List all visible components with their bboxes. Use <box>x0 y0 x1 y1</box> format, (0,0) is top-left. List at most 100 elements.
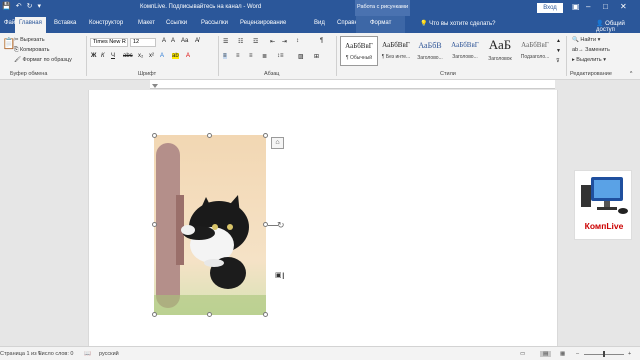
font-size-field[interactable]: 12 <box>130 38 156 47</box>
copy-button[interactable]: ⎘ Копировать <box>14 47 50 54</box>
clipboard-group-label: Буфер обмена <box>10 71 48 77</box>
superscript-button[interactable]: x² <box>149 53 154 59</box>
selected-picture[interactable] <box>154 135 266 315</box>
font-name-field[interactable]: Times New R <box>90 38 128 47</box>
replace-label: Заменить <box>585 47 610 53</box>
tab-design[interactable]: Конструктор <box>89 20 123 26</box>
layout-options-icon[interactable]: ⌂ <box>271 137 284 149</box>
format-painter-label: Формат по образцу <box>22 57 72 63</box>
resize-handle-top[interactable] <box>207 133 212 138</box>
styles-scroll-down-icon[interactable]: ▼ <box>556 48 561 54</box>
style-name: Заголовок <box>488 56 512 62</box>
style-heading-2[interactable]: АаБбВвГ Заголово... <box>446 36 484 66</box>
print-layout-icon[interactable]: ▤ <box>540 351 552 357</box>
language-status[interactable]: русский <box>99 351 119 357</box>
change-case-icon[interactable]: Aa <box>181 38 188 44</box>
styles-scroll-up-icon[interactable]: ▲ <box>556 38 561 44</box>
line-spacing-icon[interactable]: ↕≡ <box>277 53 284 59</box>
login-button[interactable]: Вход <box>537 3 563 13</box>
bullets-icon[interactable]: ☰ <box>223 38 228 45</box>
select-button[interactable]: ▸ Выделить ▾ <box>572 57 606 63</box>
zoom-in-icon[interactable]: + <box>628 351 631 357</box>
style-sample: АаБбВвГ <box>345 42 373 50</box>
increase-indent-icon[interactable]: ⇥ <box>282 38 287 45</box>
title-bar: 💾 ↶ ↻ ▾ КомпLive. Подписывайтесь на кана… <box>0 0 640 16</box>
underline-button[interactable]: Ч <box>111 53 115 59</box>
pilcrow-icon[interactable]: ¶ <box>320 38 323 44</box>
tab-review[interactable]: Рецензирование <box>240 20 286 26</box>
tab-references[interactable]: Ссылки <box>166 20 187 26</box>
tab-insert[interactable]: Вставка <box>54 20 76 26</box>
resize-handle-top-right[interactable] <box>263 133 268 138</box>
indent-marker-icon[interactable] <box>152 84 158 88</box>
web-layout-icon[interactable]: ▦ <box>560 351 565 357</box>
shrink-font-icon[interactable]: A <box>171 38 175 44</box>
align-center-icon[interactable]: ≡ <box>236 53 240 59</box>
share-button[interactable]: 👤 Общий доступ <box>596 20 640 33</box>
rotate-icon[interactable]: ↻ <box>277 220 285 231</box>
proofing-icon[interactable]: 📖 <box>84 351 91 357</box>
save-icon[interactable]: 💾 <box>2 3 11 11</box>
borders-icon[interactable]: ⊞ <box>314 53 319 60</box>
highlight-icon[interactable]: ab <box>172 53 179 59</box>
font-color-icon[interactable]: A <box>186 53 190 59</box>
horizontal-ruler[interactable] <box>150 80 555 93</box>
style-title[interactable]: АаБ Заголовок <box>481 36 519 66</box>
resize-handle-bottom-right[interactable] <box>263 312 268 317</box>
tab-layout[interactable]: Макет <box>138 20 155 26</box>
close-icon[interactable]: ✕ <box>620 2 627 11</box>
resize-handle-left[interactable] <box>152 222 157 227</box>
zoom-slider-thumb[interactable] <box>603 351 605 357</box>
undo-icon[interactable]: ↶ <box>16 3 22 11</box>
sort-icon[interactable]: ↕ <box>296 38 299 44</box>
ribbon-separator <box>566 36 567 76</box>
grow-font-icon[interactable]: A <box>162 38 166 44</box>
decrease-indent-icon[interactable]: ⇤ <box>270 38 275 45</box>
tab-view[interactable]: Вид <box>314 20 325 26</box>
bold-button[interactable]: Ж <box>91 53 96 59</box>
maximize-icon[interactable]: □ <box>603 2 608 11</box>
tab-home[interactable]: Главная <box>15 17 46 33</box>
find-button[interactable]: 🔍 Найти ▾ <box>572 37 600 43</box>
format-painter-button[interactable]: 🖌 Формат по образцу <box>14 57 72 63</box>
ribbon-tabs: Файл Главная Вставка Конструктор Макет С… <box>0 16 640 33</box>
zoom-out-icon[interactable]: – <box>576 351 579 357</box>
minimize-icon[interactable]: – <box>586 2 590 11</box>
vertical-ruler[interactable] <box>0 90 8 346</box>
tell-me-box[interactable]: 💡 Что вы хотите сделать? <box>420 20 495 27</box>
strikethrough-button[interactable]: abc <box>123 53 133 59</box>
text-effects-icon[interactable]: A <box>160 53 164 59</box>
numbering-icon[interactable]: ☷ <box>238 38 243 45</box>
resize-handle-top-left[interactable] <box>152 133 157 138</box>
styles-more-icon[interactable]: ⊽ <box>556 58 560 64</box>
italic-button[interactable]: К <box>101 53 105 59</box>
resize-handle-bottom-left[interactable] <box>152 312 157 317</box>
justify-icon[interactable]: ≣ <box>262 53 267 60</box>
tab-format[interactable]: Формат <box>356 16 406 33</box>
style-no-spacing[interactable]: АаБбВвГ ¶ Без инте... <box>377 36 415 66</box>
tab-mailings[interactable]: Рассылки <box>201 20 228 26</box>
select-label: Выделить <box>576 57 602 63</box>
anchor-icon: ▣ <box>275 272 282 279</box>
collapse-ribbon-icon[interactable]: ^ <box>630 71 632 77</box>
resize-handle-bottom[interactable] <box>207 312 212 317</box>
multilevel-list-icon[interactable]: ☲ <box>253 38 258 45</box>
page-count[interactable]: Страница 1 из 1 <box>0 351 41 357</box>
word-count[interactable]: Число слов: 0 <box>38 351 73 357</box>
style-subtitle[interactable]: АаБбВвГ Подзаголо... <box>516 36 554 66</box>
cut-button[interactable]: ✂ Вырезать <box>14 37 45 43</box>
subscript-button[interactable]: x₂ <box>138 53 143 59</box>
redo-icon[interactable]: ↻ <box>27 3 33 11</box>
read-mode-icon[interactable]: ▭ <box>520 351 525 357</box>
clear-format-icon[interactable]: A̸ <box>195 38 199 44</box>
shading-icon[interactable]: ▨ <box>298 53 304 60</box>
replace-button[interactable]: ab→ Заменить <box>572 47 610 53</box>
style-name: Заголово... <box>452 54 478 60</box>
customize-qa-icon[interactable]: ▾ <box>37 3 41 11</box>
align-right-icon[interactable]: ≡ <box>249 53 253 59</box>
align-left-icon[interactable]: ≡ <box>223 53 227 59</box>
style-normal[interactable]: АаБбВвГ ¶ Обычный <box>340 36 378 66</box>
ribbon-display-icon[interactable]: ▣ <box>572 2 580 11</box>
style-heading-1[interactable]: АаБбВ Заголово... <box>411 36 449 66</box>
styles-group-label: Стили <box>440 71 456 77</box>
